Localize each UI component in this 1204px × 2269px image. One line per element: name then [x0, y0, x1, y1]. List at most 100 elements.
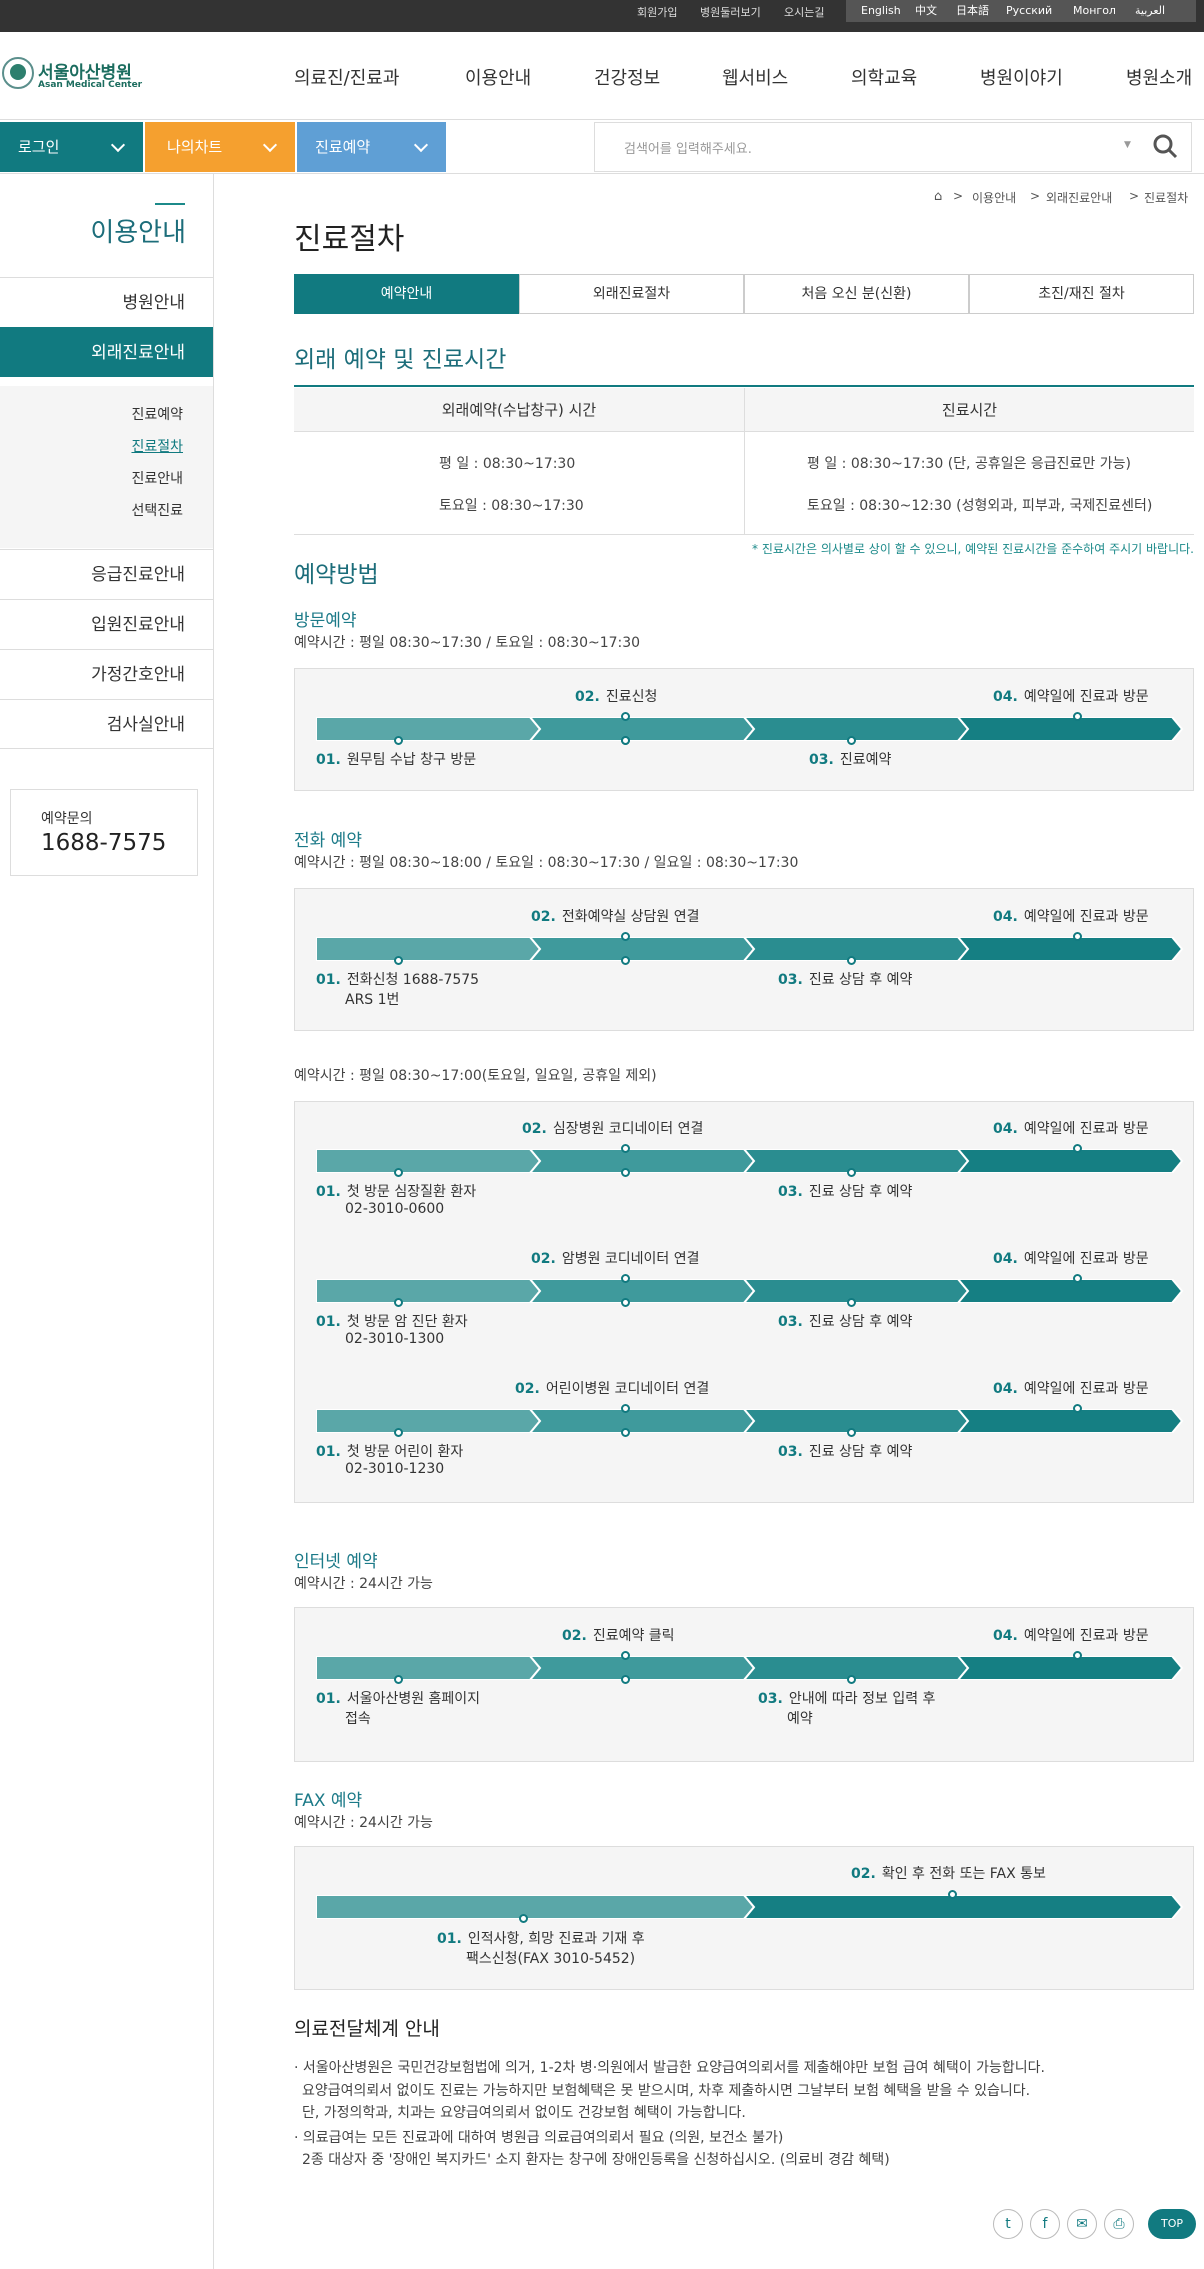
step-number: 03.: [778, 1184, 803, 1200]
step-label: 안내에 따라 정보 입력 후: [788, 1691, 936, 1707]
gnb-usage[interactable]: 이용안내: [465, 64, 531, 90]
gnb-webservice[interactable]: 웹서비스: [722, 64, 788, 90]
sidebar-title: 이용안내: [90, 218, 186, 248]
lang-russian[interactable]: Русский: [1006, 0, 1052, 22]
flow-arrow-segment: [742, 937, 970, 961]
submenu-procedure[interactable]: 진료절차: [0, 436, 183, 456]
step-label: 첫 방문 심장질환 환자: [346, 1184, 477, 1200]
search-icon[interactable]: [1152, 133, 1178, 159]
step-number: 02.: [531, 1251, 556, 1267]
phone-step3: 03. 진료 상담 후 예약: [778, 969, 912, 989]
coord-time: 예약시간 : 평일 08:30~17:00(토요일, 일요일, 공휴일 제외): [294, 1068, 657, 1084]
flow-arrow-segment: [528, 937, 756, 961]
step-number: 01.: [316, 1691, 341, 1707]
step-label: 인적사항, 희망 진료과 기재 후: [467, 1931, 645, 1947]
flow-arrow-segment: [742, 1149, 970, 1173]
sidebar-item-homecare[interactable]: 가정간호안내: [0, 649, 213, 699]
login-button[interactable]: 로그인: [0, 122, 143, 172]
breadcrumb-sep: >: [953, 189, 964, 203]
chevron-down-icon: [262, 137, 278, 153]
sidebar-item-emergency[interactable]: 응급진료안내: [0, 549, 213, 599]
lang-japanese[interactable]: 日本語: [956, 0, 989, 22]
step-number: 04.: [993, 1251, 1018, 1267]
internet-step4: 04. 예약일에 진료과 방문: [993, 1625, 1149, 1645]
floor-guide-link[interactable]: 병원둘러보기: [700, 0, 761, 32]
step-number: 03.: [758, 1691, 783, 1707]
lang-mongolian[interactable]: Монгол: [1073, 0, 1116, 22]
step-dot: [1073, 712, 1082, 721]
step-dot: [847, 1428, 856, 1437]
flow-arrow-segment: [956, 1149, 1184, 1173]
step-dot: [621, 736, 630, 745]
gnb-health[interactable]: 건강정보: [594, 64, 660, 90]
step-dot: [847, 736, 856, 745]
lang-english[interactable]: English: [861, 0, 901, 22]
gnb-education[interactable]: 의학교육: [851, 64, 917, 90]
sidebar-item-outpatient[interactable]: 외래진료안내: [0, 327, 213, 377]
delivery-p5: 2종 대상자 중 '장애인 복지카드' 소지 환자는 창구에 장애인등록을 신청…: [302, 2152, 890, 2168]
sidebar-item-inpatient[interactable]: 입원진료안내: [0, 599, 213, 649]
step-number: 02.: [575, 689, 600, 705]
step-dot: [621, 1168, 630, 1177]
gnb-doctors[interactable]: 의료진/진료과: [294, 64, 399, 90]
step-dot: [621, 1651, 630, 1660]
print-icon[interactable]: ⎙: [1104, 2209, 1134, 2239]
tab-revisit[interactable]: 초진/재진 절차: [969, 274, 1194, 314]
logo-emblem-icon[interactable]: [2, 57, 34, 89]
sidebar-item-hospital[interactable]: 병원안내: [0, 277, 213, 327]
submenu-selective[interactable]: 선택진료: [0, 500, 183, 520]
search-dropdown-icon[interactable]: ▼: [1124, 140, 1131, 150]
step-number: 02.: [562, 1628, 587, 1644]
fax-step1: 01. 인적사항, 희망 진료과 기재 후 팩스신청(FAX 3010-5452): [437, 1928, 645, 1968]
flow-arrow-segment: [956, 1279, 1184, 1303]
step-number: 04.: [993, 689, 1018, 705]
submenu-guide[interactable]: 진료안내: [0, 468, 183, 488]
step-label: 예약일에 진료과 방문: [1023, 689, 1149, 705]
twitter-icon[interactable]: t: [993, 2209, 1023, 2239]
sidebar-item-lab[interactable]: 검사실안내: [0, 699, 213, 749]
hours-divider: [744, 388, 745, 535]
facebook-icon[interactable]: f: [1030, 2209, 1060, 2239]
step-dot: [621, 1274, 630, 1283]
top-button[interactable]: TOP: [1148, 2209, 1196, 2239]
signup-link[interactable]: 회원가입: [637, 0, 677, 32]
reserve-label: 진료예약: [315, 138, 371, 156]
visit-step3: 03. 진료예약: [809, 749, 891, 769]
step-number: 02.: [522, 1121, 547, 1137]
step-label: 확인 후 전화 또는 FAX 통보: [881, 1866, 1046, 1882]
reserve-button[interactable]: 진료예약: [297, 122, 446, 172]
gnb-story[interactable]: 병원이야기: [980, 64, 1063, 90]
flow-arrow-segment: [742, 1409, 970, 1433]
coord-2-step4: 04. 예약일에 진료과 방문: [993, 1378, 1149, 1398]
breadcrumb-usage[interactable]: 이용안내: [972, 189, 1016, 206]
breadcrumb-outpatient[interactable]: 외래진료안내: [1046, 189, 1112, 206]
step-number: 03.: [778, 1314, 803, 1330]
search-placeholder: 검색어를 입력해주세요.: [624, 142, 752, 157]
tab-reservation[interactable]: 예약안내: [294, 274, 519, 314]
step-number: 04.: [993, 1121, 1018, 1137]
hours-note: * 진료시간은 의사별로 상이 할 수 있으니, 예약된 진료시간을 준수하여 …: [752, 542, 1194, 556]
hours-saturday-reservation: 토요일 : 08:30~17:30: [439, 498, 584, 514]
lang-chinese[interactable]: 中文: [915, 0, 937, 22]
step-number: 01.: [316, 972, 341, 988]
directions-link[interactable]: 오시는길: [784, 0, 824, 32]
tab-outpatient-procedure[interactable]: 외래진료절차: [519, 274, 744, 314]
step-label-sub: 02-3010-0600: [345, 1201, 445, 1217]
coord-1-step4: 04. 예약일에 진료과 방문: [993, 1248, 1149, 1268]
step-number: 01.: [316, 1444, 341, 1460]
step-label: 진료 상담 후 예약: [808, 1184, 913, 1200]
step-dot: [394, 1298, 403, 1307]
step-dot: [847, 1298, 856, 1307]
flow-arrow-segment: [742, 1279, 970, 1303]
logo-english[interactable]: Asan Medical Center: [38, 80, 142, 90]
home-icon[interactable]: ⌂: [934, 189, 942, 204]
mychart-button[interactable]: 나의차트: [145, 122, 295, 172]
submenu-reservation[interactable]: 진료예약: [0, 404, 183, 424]
step-dot: [621, 1404, 630, 1413]
visit-step4: 04. 예약일에 진료과 방문: [993, 686, 1149, 706]
tab-first-visit[interactable]: 처음 오신 분(신환): [744, 274, 969, 314]
lang-arabic[interactable]: العربية: [1135, 0, 1165, 22]
gnb-about[interactable]: 병원소개: [1126, 64, 1192, 90]
phone-step4: 04. 예약일에 진료과 방문: [993, 906, 1149, 926]
mail-icon[interactable]: ✉: [1067, 2209, 1097, 2239]
